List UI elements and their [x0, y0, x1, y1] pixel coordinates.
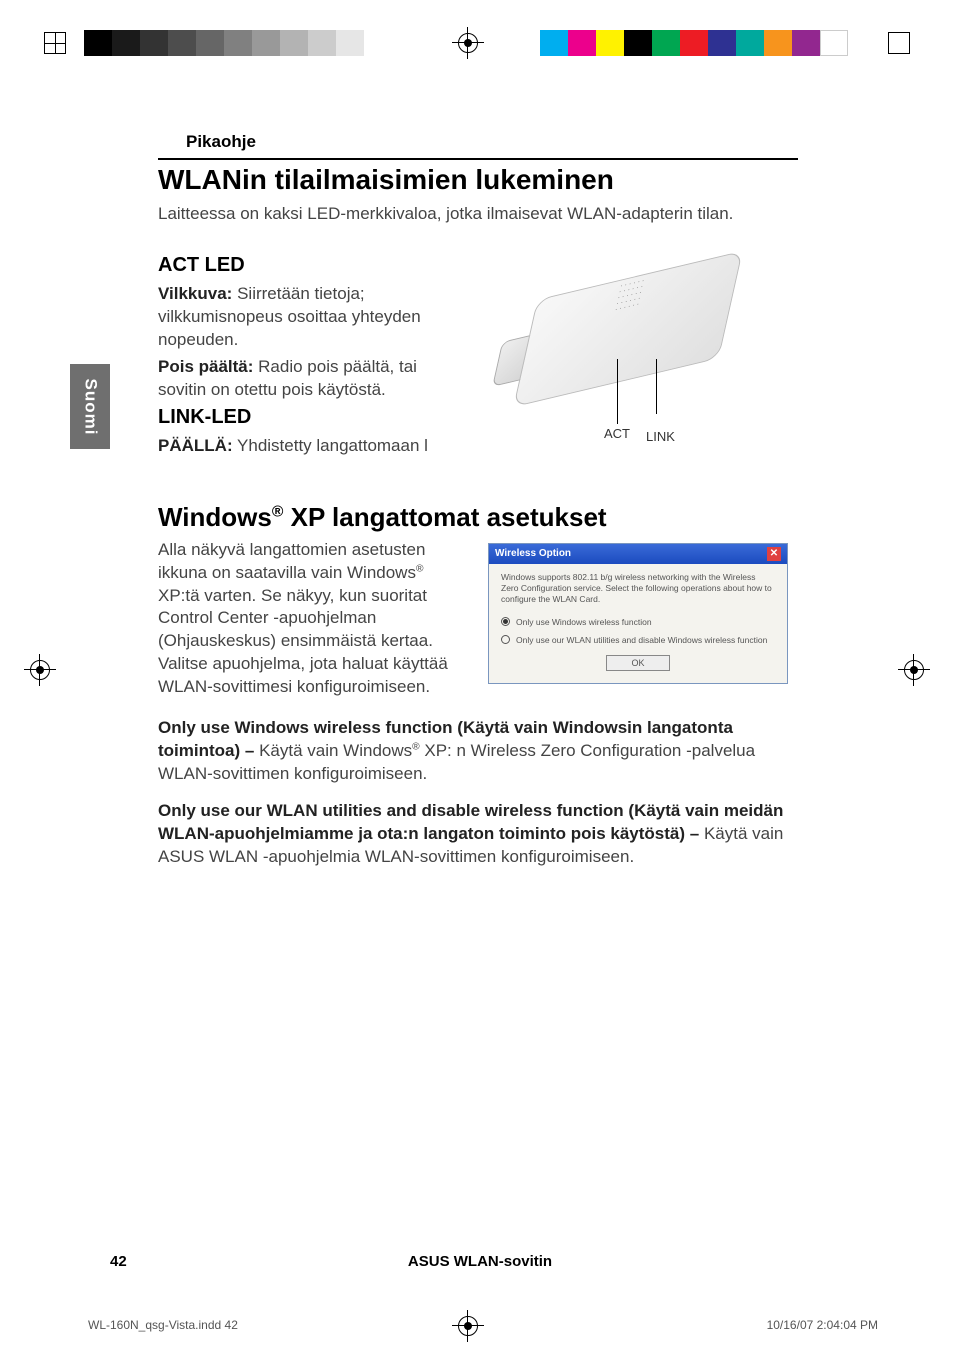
- act-led-title: ACT LED: [158, 254, 458, 277]
- dialog-option-2-label: Only use our WLAN utilities and disable …: [516, 635, 767, 645]
- link-on-text: Yhdistetty langattomaan l: [237, 436, 428, 455]
- grayscale-bar: [84, 30, 364, 56]
- language-tab: Suomi: [70, 364, 110, 449]
- device-label-act: ACT: [604, 426, 630, 441]
- header-small: Pikaohje: [186, 132, 798, 152]
- option-2-description: Only use our WLAN utilities and disable …: [158, 800, 798, 869]
- act-off-row: Pois päältä: Radio pois päältä, tai sovi…: [158, 356, 458, 402]
- heading-status: WLANin tilailmaisimien lukeminen: [158, 164, 798, 196]
- ok-button[interactable]: OK: [606, 655, 669, 671]
- heading-windows-xp: Windows® XP langattomat asetukset: [158, 502, 798, 533]
- dialog-option-2[interactable]: Only use our WLAN utilities and disable …: [501, 635, 775, 645]
- registration-mark-top: [452, 27, 484, 59]
- xp-paragraph: Alla näkyvä langattomien asetusten ikkun…: [158, 539, 468, 700]
- radio-icon: [501, 635, 510, 644]
- page-footer: 42 ASUS WLAN-sovitin: [110, 1253, 810, 1270]
- print-timestamp: 10/16/07 2:04:04 PM: [767, 1318, 878, 1332]
- link-on-row: PÄÄLLÄ: Yhdistetty langattomaan l: [158, 435, 458, 458]
- print-file: WL-160N_qsg-Vista.indd 42: [88, 1318, 238, 1332]
- dialog-titlebar: Wireless Option ✕: [489, 544, 787, 564]
- page-content: Pikaohje WLANin tilailmaisimien lukemine…: [158, 132, 798, 869]
- registration-box-left: [44, 32, 66, 54]
- intro-text: Laitteessa on kaksi LED-merkkivaloa, jot…: [158, 204, 798, 224]
- language-tab-label: Suomi: [80, 378, 100, 435]
- footer-title: ASUS WLAN-sovitin: [150, 1253, 810, 1270]
- radio-icon: [501, 617, 510, 626]
- device-label-link: LINK: [646, 429, 675, 444]
- link-on-label: PÄÄLLÄ:: [158, 436, 233, 455]
- page-number: 42: [110, 1253, 150, 1270]
- registration-mark-right: [898, 654, 930, 686]
- registration-box-right: [888, 32, 910, 54]
- device-diagram: ∙∙∙∙∙∙∙∙∙∙∙∙∙∙∙∙∙∙∙∙∙∙∙∙∙∙∙∙∙∙ ACT LINK: [478, 244, 778, 454]
- dialog-option-1[interactable]: Only use Windows wireless function: [501, 617, 775, 627]
- print-metadata: WL-160N_qsg-Vista.indd 42 10/16/07 2:04:…: [88, 1318, 878, 1332]
- link-led-title: LINK-LED: [158, 406, 458, 429]
- dialog-description: Windows supports 802.11 b/g wireless net…: [501, 572, 775, 605]
- dialog-title-text: Wireless Option: [495, 548, 571, 559]
- color-bar: [540, 30, 848, 56]
- horizontal-rule: [158, 158, 798, 160]
- print-registration-row: [0, 30, 954, 70]
- option-1-description: Only use Windows wireless function (Käyt…: [158, 717, 798, 786]
- dialog-option-1-label: Only use Windows wireless function: [516, 617, 652, 627]
- act-blink-label: Vilkkuva:: [158, 284, 232, 303]
- registration-mark-left: [24, 654, 56, 686]
- act-off-label: Pois päältä:: [158, 357, 253, 376]
- close-icon[interactable]: ✕: [767, 547, 781, 561]
- act-blink-row: Vilkkuva: Siirretään tietoja; vilkkumisn…: [158, 283, 458, 352]
- wireless-option-dialog: Wireless Option ✕ Windows supports 802.1…: [488, 543, 788, 684]
